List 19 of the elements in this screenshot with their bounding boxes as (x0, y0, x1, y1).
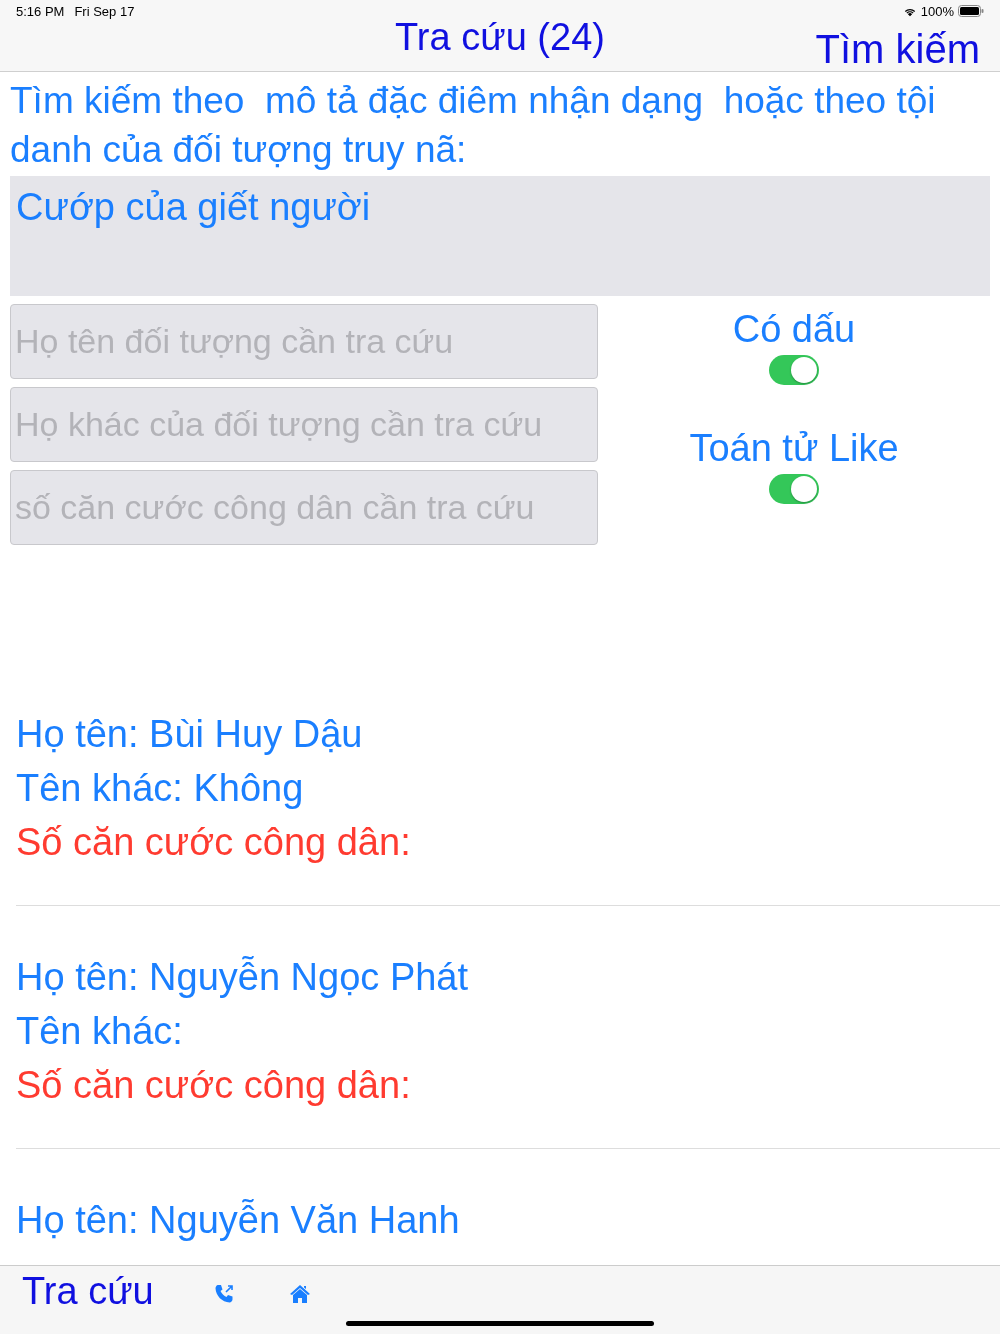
record-name: Họ tên: Nguyễn Ngọc Phát (16, 955, 470, 1000)
option-label: Có dấu (732, 308, 856, 351)
battery-icon (958, 5, 984, 17)
record-name: Họ tên: Bùi Huy Dậu (16, 712, 364, 757)
lookup-tab[interactable]: Tra cứu (22, 1270, 154, 1313)
status-date: Fri Sep 17 (74, 3, 135, 19)
record-alias: Tên khác: Không (16, 766, 305, 811)
search-instructions: Tìm kiếm theo mô tả đặc điêm nhận dạng hoặc theo tội danh của đối tượng truy nã: (10, 79, 937, 172)
record-alias: Tên khác: (16, 1009, 184, 1054)
nav-title: Tra cứu (24) (395, 16, 605, 59)
record-id-number: Số căn cước công dân: (16, 1063, 412, 1108)
record-id-number: Số căn cước công dân: (16, 820, 412, 865)
record-name: Họ tên: Nguyễn Văn Hanh (16, 1198, 461, 1243)
option-label: Toán tử Like (689, 427, 899, 470)
search-nav-button[interactable]: Tìm kiếm (815, 26, 980, 72)
toggle-switch[interactable] (769, 355, 819, 385)
toggle-switch[interactable] (769, 474, 819, 504)
status-time: 5:16 PM (16, 3, 65, 19)
battery-percent: 100% (920, 3, 954, 19)
